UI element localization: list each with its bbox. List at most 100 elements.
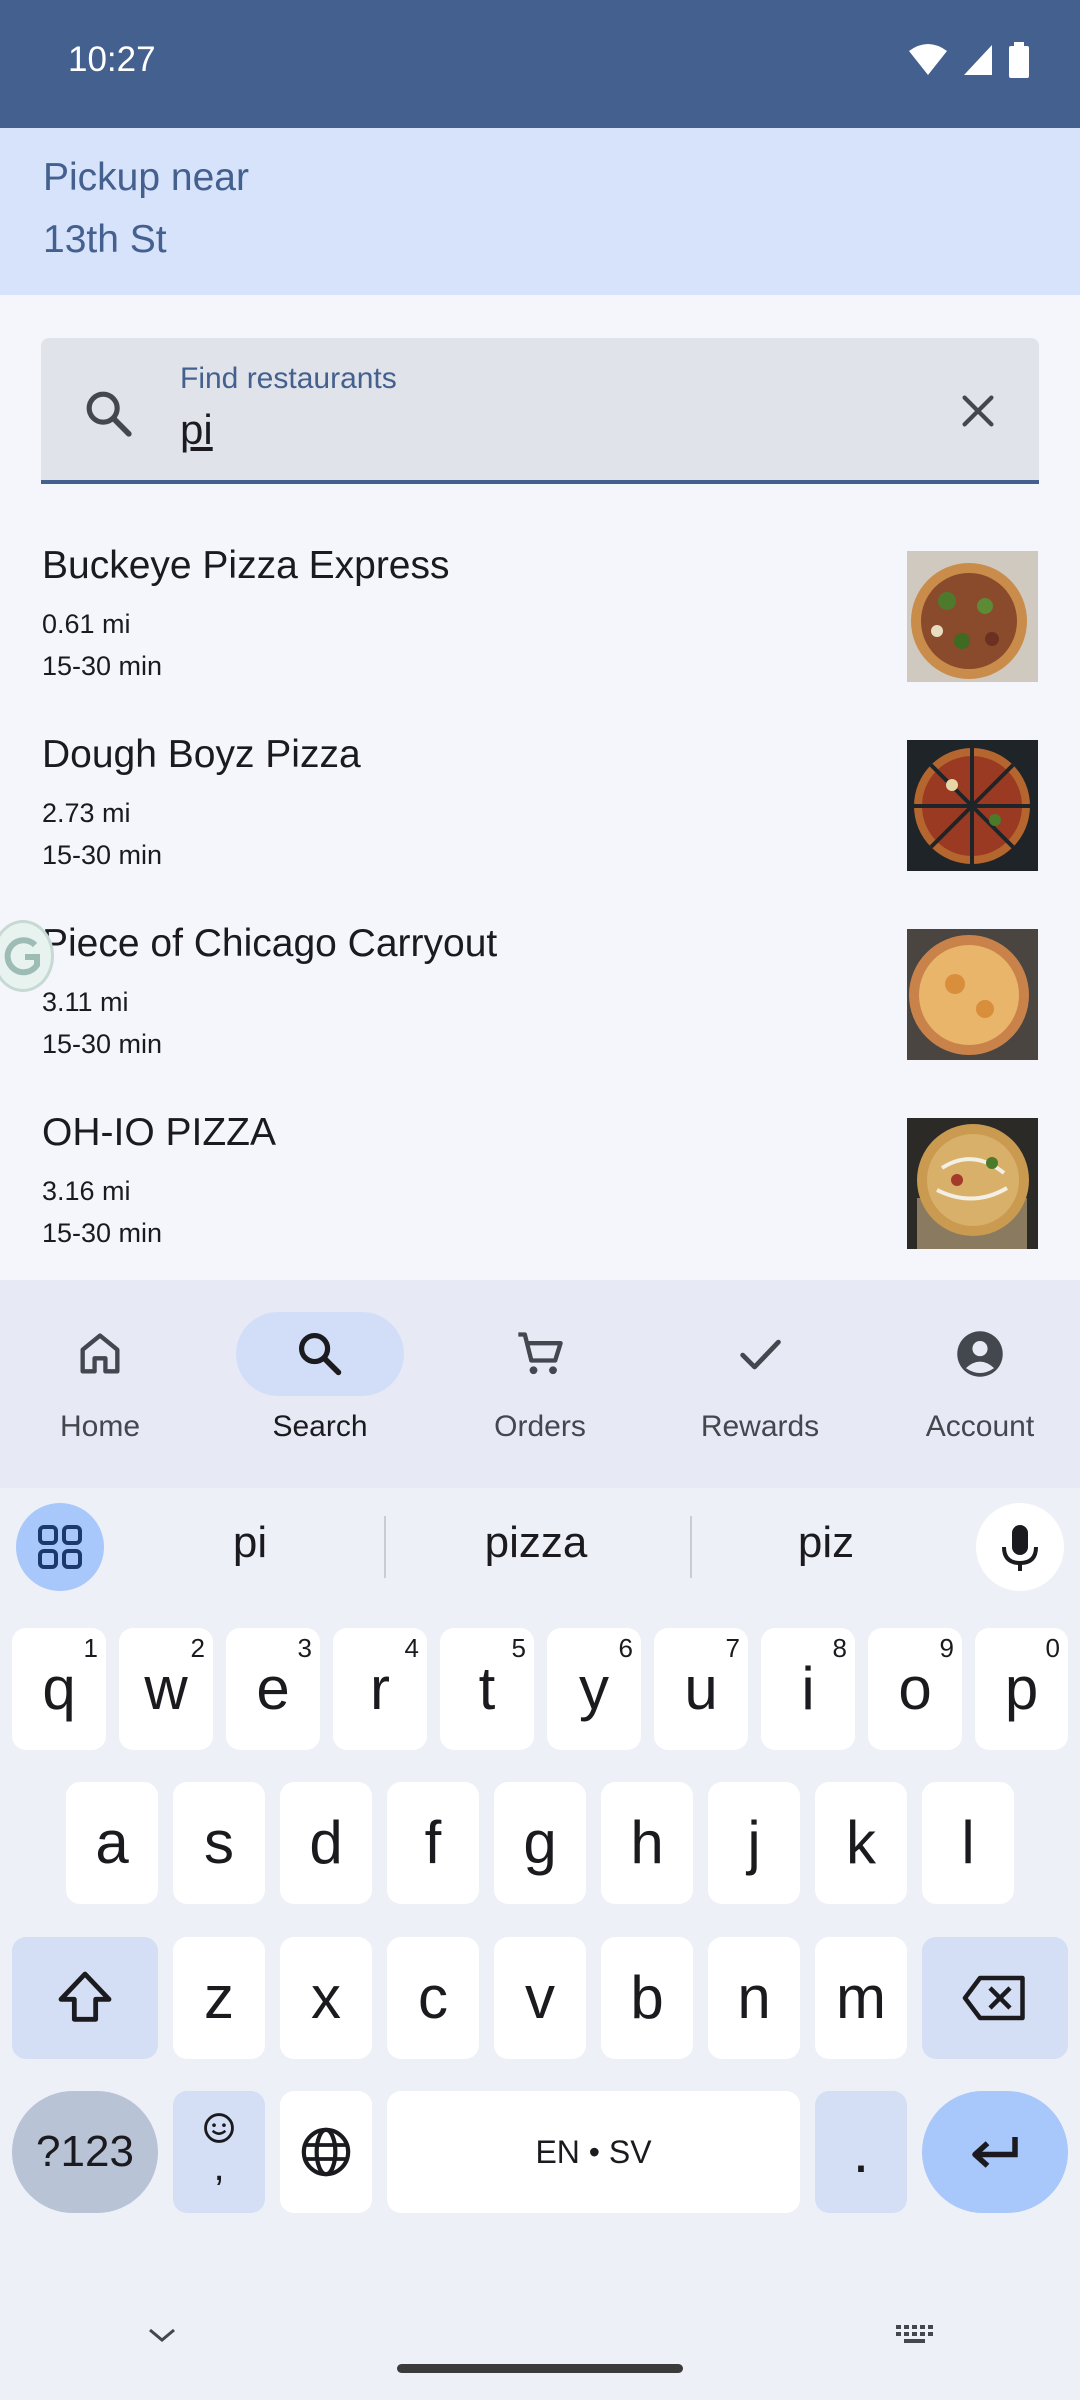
chevron-down-icon[interactable] (142, 2322, 182, 2348)
restaurant-name: Dough Boyz Pizza (42, 733, 361, 776)
restaurant-distance: 2.73 mi (42, 798, 131, 828)
nav-rewards-label: Rewards (700, 1410, 820, 1443)
search-field[interactable]: Find restaurants pi (41, 338, 1039, 484)
key-s[interactable]: s (173, 1782, 265, 1904)
enter-key[interactable] (922, 2091, 1068, 2213)
backspace-icon (962, 1975, 1025, 2021)
symbols-key[interactable]: ?123 (12, 2091, 158, 2213)
nav-account-label: Account (925, 1410, 1035, 1443)
restaurant-name: Buckeye Pizza Express (42, 544, 450, 587)
check-icon (740, 1339, 781, 1370)
restaurant-photo (907, 740, 1038, 871)
restaurant-distance: 3.11 mi (42, 987, 129, 1017)
key-t[interactable]: t5 (440, 1628, 534, 1750)
nav-account[interactable]: Account (880, 1280, 1080, 1488)
key-y[interactable]: y6 (547, 1628, 641, 1750)
restaurant-photo (907, 551, 1038, 682)
restaurant-name: OH-IO PIZZA (42, 1111, 276, 1154)
search-icon (298, 1332, 342, 1376)
nav-orders-label: Orders (494, 1410, 586, 1443)
key-u[interactable]: u7 (654, 1628, 748, 1750)
suggestion-strip: pi pizza piz (0, 1488, 1080, 1608)
comma-label: , (213, 2145, 225, 2189)
key-e[interactable]: e3 (226, 1628, 320, 1750)
suggestion-3[interactable]: piz (726, 1518, 926, 1568)
restaurant-photo (907, 929, 1038, 1060)
restaurant-time: 15-30 min (42, 651, 163, 681)
list-item[interactable]: Dough Boyz Pizza 2.73 mi 15-30 min (0, 705, 1080, 894)
key-f[interactable]: f (387, 1782, 479, 1904)
list-item[interactable]: Piece of Chicago Carryout 3.11 mi 15-30 … (0, 894, 1080, 1083)
nav-rewards[interactable]: Rewards (660, 1280, 860, 1488)
enter-icon (972, 2137, 1018, 2168)
period-key[interactable]: . (815, 2091, 907, 2213)
grammarly-icon (4, 937, 40, 976)
key-l[interactable]: l (922, 1782, 1014, 1904)
microphone-icon (1002, 1525, 1038, 1571)
key-w[interactable]: w2 (119, 1628, 213, 1750)
restaurant-time: 15-30 min (42, 1029, 163, 1059)
emoji-comma-key[interactable]: , (173, 2091, 265, 2213)
pickup-label: Pickup near (43, 156, 249, 199)
key-p[interactable]: p0 (975, 1628, 1068, 1750)
nav-home[interactable]: Home (0, 1280, 200, 1488)
account-icon (957, 1331, 1003, 1377)
nav-home-label: Home (59, 1410, 141, 1443)
pickup-address: 13th St (43, 218, 167, 261)
grid-icon (38, 1525, 82, 1569)
restaurant-time: 15-30 min (42, 1218, 163, 1248)
suggestion-2[interactable]: pizza (436, 1518, 636, 1568)
shift-key[interactable] (12, 1937, 158, 2059)
backspace-key[interactable] (922, 1937, 1068, 2059)
key-v[interactable]: v (494, 1937, 586, 2059)
suggestion-1[interactable]: pi (150, 1518, 350, 1568)
key-a[interactable]: a (66, 1782, 158, 1904)
nav-search[interactable]: Search (220, 1280, 420, 1488)
key-c[interactable]: c (387, 1937, 479, 2059)
key-r[interactable]: r4 (333, 1628, 427, 1750)
search-input[interactable]: pi (180, 406, 880, 454)
key-o[interactable]: o9 (868, 1628, 962, 1750)
globe-icon (301, 2127, 351, 2177)
key-x[interactable]: x (280, 1937, 372, 2059)
restaurant-distance: 3.16 mi (42, 1176, 131, 1206)
key-k[interactable]: k (815, 1782, 907, 1904)
signal-icon (964, 45, 992, 75)
home-indicator[interactable] (397, 2364, 683, 2373)
key-i[interactable]: i8 (761, 1628, 855, 1750)
restaurant-distance: 0.61 mi (42, 609, 131, 639)
restaurant-photo (907, 1118, 1038, 1249)
close-icon[interactable] (955, 388, 1001, 434)
key-h[interactable]: h (601, 1782, 693, 1904)
wifi-icon (909, 44, 947, 75)
keyboard-icon[interactable] (894, 2322, 940, 2348)
key-z[interactable]: z (173, 1937, 265, 2059)
cart-icon (518, 1332, 563, 1375)
search-icon (86, 391, 132, 437)
nav-orders[interactable]: Orders (440, 1280, 640, 1488)
status-bar: 10:27 (0, 0, 1080, 128)
key-b[interactable]: b (601, 1937, 693, 2059)
key-q[interactable]: q1 (12, 1628, 106, 1750)
restaurant-name: Piece of Chicago Carryout (42, 922, 498, 965)
key-d[interactable]: d (280, 1782, 372, 1904)
keyboard: pi pizza piz q1 w2 e3 r4 t5 y6 u7 i8 o9 … (0, 1488, 1080, 2400)
grammarly-bubble[interactable] (0, 920, 54, 992)
shift-icon (58, 1971, 112, 2022)
voice-input-button[interactable] (976, 1503, 1064, 1591)
key-g[interactable]: g (494, 1782, 586, 1904)
nav-search-label: Search (272, 1410, 368, 1443)
key-m[interactable]: m (815, 1937, 907, 2059)
space-key[interactable]: EN • SV (387, 2091, 800, 2213)
status-time: 10:27 (68, 40, 156, 79)
battery-icon (1009, 42, 1029, 78)
keyboard-apps-button[interactable] (16, 1503, 104, 1591)
list-item[interactable]: Buckeye Pizza Express 0.61 mi 15-30 min (0, 516, 1080, 705)
search-label: Find restaurants (180, 362, 397, 395)
key-j[interactable]: j (708, 1782, 800, 1904)
list-item[interactable]: OH-IO PIZZA 3.16 mi 15-30 min (0, 1083, 1080, 1272)
pickup-location-header[interactable]: Pickup near 13th St (0, 128, 1080, 295)
emoji-icon (204, 2113, 234, 2143)
language-key[interactable] (280, 2091, 372, 2213)
key-n[interactable]: n (708, 1937, 800, 2059)
